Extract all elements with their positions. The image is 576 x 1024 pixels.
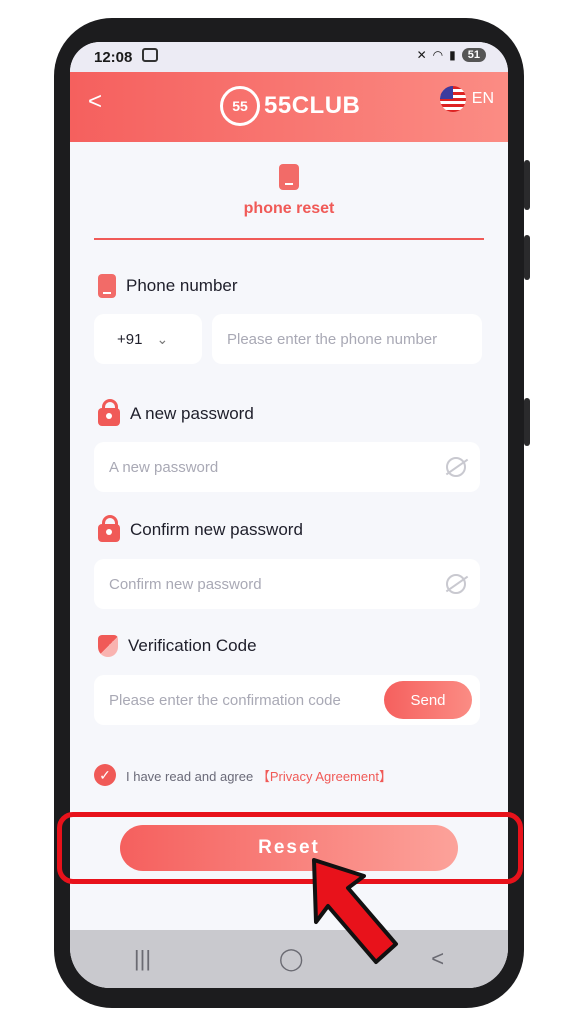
phone-icon [279, 164, 299, 190]
power-button [524, 398, 530, 446]
country-code: +91 [117, 330, 143, 348]
pointer-arrow-icon [312, 858, 398, 964]
chevron-down-icon: ⌄ [156, 330, 169, 347]
logo-text: 55CLUB [264, 92, 361, 119]
agree-text: I have read and agree [126, 768, 254, 784]
country-code-select[interactable]: +91 ⌄ [94, 314, 202, 364]
eye-off-icon[interactable] [446, 574, 466, 594]
language-label: EN [471, 90, 494, 107]
password-placeholder: A new password [109, 458, 219, 476]
shield-icon [98, 635, 118, 657]
confirm-password-input[interactable]: Confirm new password [94, 559, 480, 609]
confirm-label-row: Confirm new password [98, 515, 303, 542]
status-icons: ✕ ◠ ▮ 51 [417, 48, 486, 62]
send-code-button[interactable]: Send [384, 681, 472, 719]
logo-badge: 55 [220, 86, 260, 126]
lock-icon [98, 515, 120, 542]
status-time: 12:08 [94, 49, 133, 66]
battery-badge: 51 [461, 48, 486, 62]
confirm-placeholder: Confirm new password [109, 575, 262, 593]
volume-up-button [524, 160, 530, 210]
verify-placeholder: Please enter the confirmation code [109, 691, 341, 709]
checkbox-checked-icon[interactable]: ✓ [94, 764, 116, 786]
lock-icon [98, 399, 120, 426]
password-label-row: A new password [98, 399, 254, 426]
screen-record-icon [142, 48, 158, 62]
reset-tab[interactable]: phone reset [70, 142, 508, 242]
language-switch[interactable]: EN [439, 86, 494, 112]
phone-label-row: Phone number [98, 274, 238, 298]
password-label: A new password [130, 404, 254, 423]
signal-icon: ▮ [449, 48, 456, 62]
reset-highlight-box [57, 812, 523, 884]
verification-code-input[interactable]: Please enter the confirmation code Send [94, 675, 480, 725]
password-input[interactable]: A new password [94, 442, 480, 492]
phone-input[interactable]: Please enter the phone number [212, 314, 482, 364]
home-icon[interactable]: ◯ [279, 946, 304, 972]
agreement-row: ✓ I have read and agree 【Privacy Agreeme… [94, 764, 392, 786]
app-header: < 55 55CLUB EN [70, 72, 508, 142]
eye-off-icon[interactable] [446, 457, 466, 477]
confirm-label: Confirm new password [130, 520, 303, 539]
mute-icon: ✕ [416, 48, 427, 62]
wifi-icon: ◠ [432, 48, 444, 62]
tab-label: phone reset [243, 200, 335, 217]
us-flag-icon [439, 86, 466, 112]
back-icon[interactable]: < [88, 88, 102, 116]
status-bar: 12:08 ✕ ◠ ▮ 51 [70, 42, 508, 72]
verify-label: Verification Code [128, 636, 257, 655]
volume-down-button [524, 235, 530, 280]
phone-icon [98, 274, 116, 298]
nav-back-icon[interactable]: < [431, 946, 444, 972]
verify-label-row: Verification Code [98, 635, 257, 657]
android-nav-bar: ||| ◯ < [70, 930, 508, 988]
tab-underline [94, 238, 484, 240]
phone-label: Phone number [126, 276, 238, 295]
privacy-link[interactable]: 【Privacy Agreement】 [257, 769, 392, 784]
recent-apps-icon[interactable]: ||| [134, 946, 151, 972]
app-logo: 55 55CLUB [220, 86, 360, 126]
